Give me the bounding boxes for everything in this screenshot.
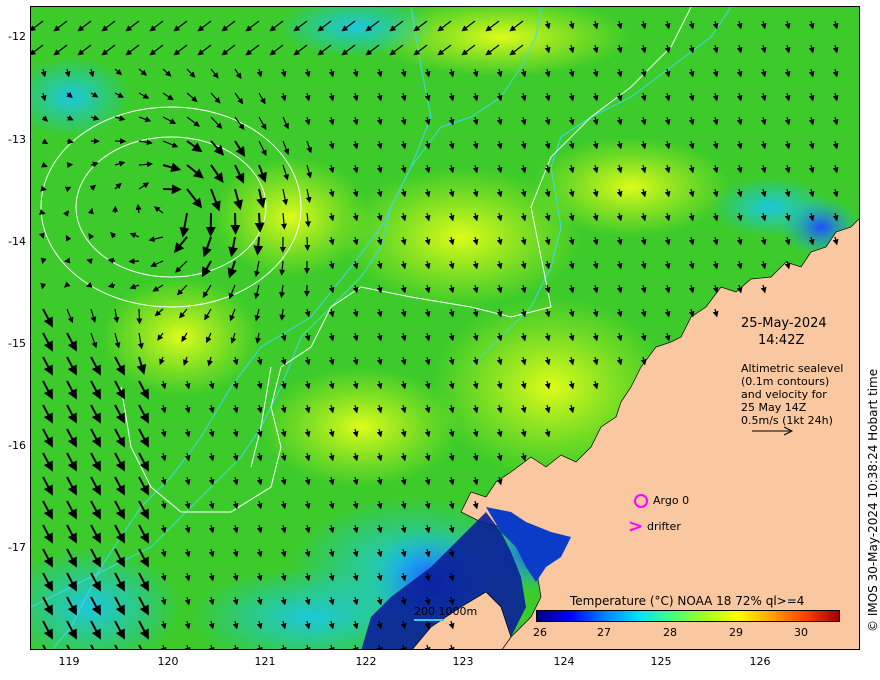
- colorbar-tick: 28: [663, 626, 677, 639]
- lat-tick: -15: [8, 337, 26, 350]
- info-text: Altimetric sealevel (0.1m contours) and …: [741, 362, 843, 427]
- lon-tick: 125: [650, 655, 672, 668]
- info-line: Altimetric sealevel: [741, 362, 844, 375]
- lat-tick: -13: [8, 133, 26, 146]
- colorbar-tick: 27: [597, 626, 611, 639]
- colorbar-tick: 30: [794, 626, 808, 639]
- argo-marker-icon[interactable]: [634, 494, 648, 508]
- velocity-arrow: [65, 234, 72, 242]
- lon-tick: 122: [355, 655, 377, 668]
- lat-tick: -16: [8, 439, 26, 452]
- copyright-text: © IMOS 30-May-2024 10:38:24 Hobart time: [866, 368, 880, 632]
- velocity-arrow: [66, 162, 74, 168]
- velocity-arrow: [128, 258, 140, 265]
- argo-label: Argo 0: [653, 494, 690, 507]
- temperature-colorbar: Temperature (°C) NOAA 18 72% ql>=4 26 27…: [530, 590, 860, 650]
- lon-tick: 120: [157, 655, 179, 668]
- info-line: and velocity for: [741, 388, 827, 401]
- velocity-arrow: [38, 209, 46, 215]
- date-text: 25-May-2024: [741, 316, 827, 331]
- velocity-arrow: [136, 308, 143, 325]
- time-text: 14:42Z: [758, 333, 805, 348]
- info-line: 25 May 14Z: [741, 401, 807, 414]
- lon-tick: 126: [749, 655, 771, 668]
- lat-tick: -12: [8, 30, 26, 43]
- drifter-marker-icon[interactable]: >: [628, 518, 643, 536]
- velocity-arrow: [304, 236, 311, 251]
- velocity-arrow: [162, 184, 182, 195]
- info-line: (0.1m contours): [741, 375, 830, 388]
- depth-legend-line: [414, 619, 444, 621]
- lon-tick: 123: [452, 655, 474, 668]
- lon-tick: 124: [553, 655, 575, 668]
- sst-map: [31, 7, 859, 649]
- lon-tick: 121: [254, 655, 276, 668]
- velocity-arrow: [230, 212, 241, 235]
- velocity-arrow: [253, 236, 264, 256]
- colorbar-tick: 29: [729, 626, 743, 639]
- time-label: 14:42Z: [758, 333, 804, 348]
- map-area[interactable]: 25-May-2024 14:42Z Altimetric sealevel (…: [30, 6, 860, 650]
- velocity-arrow: [40, 282, 47, 290]
- velocity-arrow: [40, 185, 47, 192]
- colorbar-gradient: [536, 610, 840, 622]
- date-label: 25-May-2024: [741, 316, 827, 331]
- velocity-scale-arrow: [752, 426, 794, 436]
- colorbar-tick: 26: [533, 626, 547, 639]
- colorbar-title: Temperature (°C) NOAA 18 72% ql>=4: [570, 594, 805, 608]
- lon-tick: 119: [58, 655, 80, 668]
- lat-tick: -14: [8, 235, 26, 248]
- depth-legend-label: 200 1000m: [414, 605, 478, 618]
- velocity-arrow: [254, 212, 265, 233]
- drifter-label: drifter: [647, 520, 681, 533]
- lat-tick: -17: [8, 541, 26, 554]
